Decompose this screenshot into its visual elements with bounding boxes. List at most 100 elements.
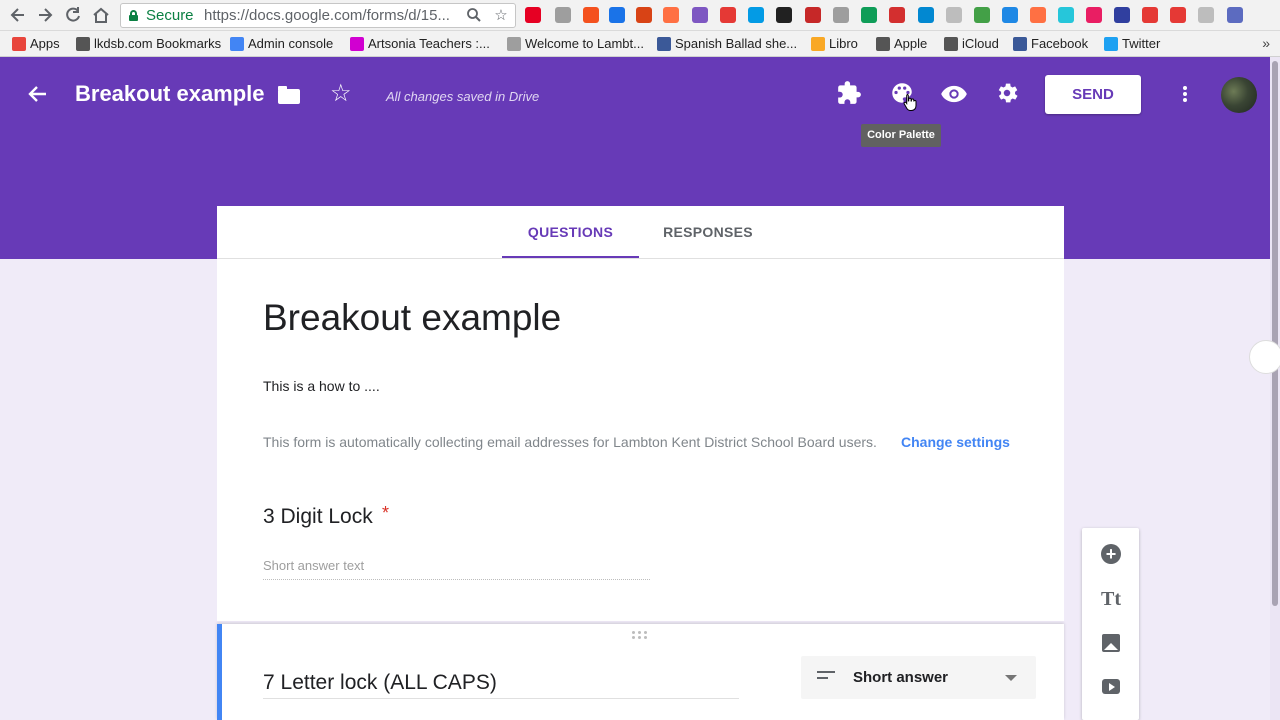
short-answer-field: Short answer text bbox=[263, 556, 650, 580]
extension-icon[interactable] bbox=[946, 7, 962, 23]
extension-icon[interactable] bbox=[1058, 7, 1074, 23]
extension-icon[interactable] bbox=[918, 7, 934, 23]
hand-cursor-icon bbox=[903, 93, 917, 111]
bookmark-star-icon[interactable]: ☆ bbox=[492, 7, 510, 25]
bookmark-label: Facebook bbox=[1031, 36, 1089, 51]
bookmark-favicon-icon bbox=[1013, 37, 1027, 51]
bookmark-item[interactable]: Artsonia Teachers :... bbox=[350, 35, 490, 53]
bookmark-item[interactable]: Admin console bbox=[230, 35, 333, 53]
bookmark-favicon-icon bbox=[350, 37, 364, 51]
chevron-down-icon bbox=[1005, 675, 1017, 681]
question-title-input[interactable]: 7 Letter lock (ALL CAPS) bbox=[263, 671, 739, 699]
extension-icon[interactable] bbox=[1198, 7, 1214, 23]
star-icon[interactable]: ☆ bbox=[330, 80, 352, 108]
question-title[interactable]: 3 Digit Lock bbox=[263, 505, 373, 529]
form-tabs: QUESTIONS RESPONSES bbox=[217, 206, 1064, 259]
scroll-thumb[interactable] bbox=[1272, 61, 1278, 606]
bookmark-item[interactable]: Spanish Ballad she... bbox=[657, 35, 797, 53]
add-video-icon[interactable] bbox=[1099, 675, 1123, 699]
home-icon[interactable] bbox=[91, 5, 111, 25]
bookmarks-more-icon[interactable]: » bbox=[1262, 35, 1270, 51]
bookmark-item[interactable]: Apps bbox=[12, 35, 60, 53]
form-title[interactable]: Breakout example bbox=[263, 297, 561, 339]
short-text-icon bbox=[817, 671, 835, 683]
avatar[interactable] bbox=[1221, 77, 1257, 113]
scrollbar[interactable] bbox=[1270, 57, 1280, 720]
side-circle-button[interactable] bbox=[1249, 340, 1280, 374]
forward-icon[interactable] bbox=[35, 5, 55, 25]
extension-icon[interactable] bbox=[861, 7, 877, 23]
extension-icon[interactable] bbox=[805, 7, 821, 23]
secure-label: Secure bbox=[146, 7, 194, 24]
extension-icon[interactable] bbox=[636, 7, 652, 23]
extension-icon[interactable] bbox=[974, 7, 990, 23]
extension-icon[interactable] bbox=[1114, 7, 1130, 23]
bookmark-label: lkdsb.com Bookmarks bbox=[94, 36, 222, 51]
more-options-icon[interactable] bbox=[1175, 80, 1195, 108]
bookmark-label: Apps bbox=[30, 36, 60, 51]
extension-icon[interactable] bbox=[525, 7, 541, 23]
bookmark-item[interactable]: Facebook bbox=[1013, 35, 1088, 53]
add-ons-icon[interactable] bbox=[835, 80, 863, 108]
extension-icon[interactable] bbox=[1227, 7, 1243, 23]
question-type-dropdown[interactable]: Short answer bbox=[801, 656, 1036, 699]
bookmark-item[interactable]: Welcome to Lambt... bbox=[507, 35, 644, 53]
bookmark-item[interactable]: lkdsb.com Bookmarks bbox=[76, 35, 221, 53]
add-image-icon[interactable] bbox=[1099, 631, 1123, 655]
bookmark-label: iCloud bbox=[962, 36, 999, 51]
extension-icon[interactable] bbox=[748, 7, 764, 23]
extension-icon[interactable] bbox=[583, 7, 599, 23]
bookmark-label: Libro bbox=[829, 36, 858, 51]
bookmark-item[interactable]: Libro bbox=[811, 35, 858, 53]
bookmark-favicon-icon bbox=[944, 37, 958, 51]
change-settings-link[interactable]: Change settings bbox=[901, 434, 1010, 450]
send-button[interactable]: SEND bbox=[1045, 75, 1141, 114]
required-asterisk: * bbox=[382, 503, 390, 523]
bookmark-label: Apple bbox=[894, 36, 928, 51]
email-collection-note: This form is automatically collecting em… bbox=[263, 434, 877, 450]
extension-icon[interactable] bbox=[555, 7, 571, 23]
back-icon[interactable] bbox=[8, 5, 28, 25]
form-description[interactable]: This is a how to .... bbox=[263, 378, 380, 394]
floating-toolbar: + Tt bbox=[1082, 528, 1139, 720]
extension-icon[interactable] bbox=[889, 7, 905, 23]
bookmark-favicon-icon bbox=[12, 37, 26, 51]
bookmark-favicon-icon bbox=[507, 37, 521, 51]
back-arrow-icon[interactable] bbox=[26, 82, 50, 106]
bookmark-item[interactable]: iCloud bbox=[944, 35, 999, 53]
form-title-header[interactable]: Breakout example bbox=[75, 81, 265, 107]
zoom-icon[interactable] bbox=[465, 7, 483, 25]
bookmark-item[interactable]: Twitter bbox=[1104, 35, 1160, 53]
extension-icon[interactable] bbox=[692, 7, 708, 23]
question-type-label: Short answer bbox=[853, 669, 949, 686]
folder-icon[interactable] bbox=[278, 86, 300, 104]
extension-icon[interactable] bbox=[1086, 7, 1102, 23]
bookmark-favicon-icon bbox=[657, 37, 671, 51]
extension-icon[interactable] bbox=[833, 7, 849, 23]
bookmark-label: Artsonia Teachers :... bbox=[368, 36, 490, 51]
extension-icon[interactable] bbox=[663, 7, 679, 23]
address-bar[interactable]: Secure https://docs.google.com/forms/d/1… bbox=[120, 3, 516, 28]
browser-toolbar: Secure https://docs.google.com/forms/d/1… bbox=[0, 0, 1280, 31]
drag-handle-icon[interactable] bbox=[632, 631, 650, 641]
bookmark-favicon-icon bbox=[811, 37, 825, 51]
preview-eye-icon[interactable] bbox=[940, 80, 968, 108]
reload-icon[interactable] bbox=[63, 5, 83, 25]
bookmark-favicon-icon bbox=[76, 37, 90, 51]
extension-icon[interactable] bbox=[1170, 7, 1186, 23]
bookmark-favicon-icon bbox=[876, 37, 890, 51]
add-question-icon[interactable]: + bbox=[1099, 542, 1123, 566]
extension-icon[interactable] bbox=[1002, 7, 1018, 23]
extension-icon[interactable] bbox=[1142, 7, 1158, 23]
add-title-icon[interactable]: Tt bbox=[1099, 587, 1123, 611]
tab-responses[interactable]: RESPONSES bbox=[651, 206, 765, 258]
extension-icon[interactable] bbox=[609, 7, 625, 23]
bookmarks-bar: Apps lkdsb.com Bookmarks Admin console Arts… bbox=[0, 31, 1280, 57]
extension-icon[interactable] bbox=[720, 7, 736, 23]
settings-gear-icon[interactable] bbox=[993, 80, 1021, 108]
extension-icon[interactable] bbox=[776, 7, 792, 23]
bookmark-item[interactable]: Apple bbox=[876, 35, 927, 53]
tab-questions[interactable]: QUESTIONS bbox=[502, 206, 639, 258]
extension-icon[interactable] bbox=[1030, 7, 1046, 23]
bookmark-favicon-icon bbox=[230, 37, 244, 51]
